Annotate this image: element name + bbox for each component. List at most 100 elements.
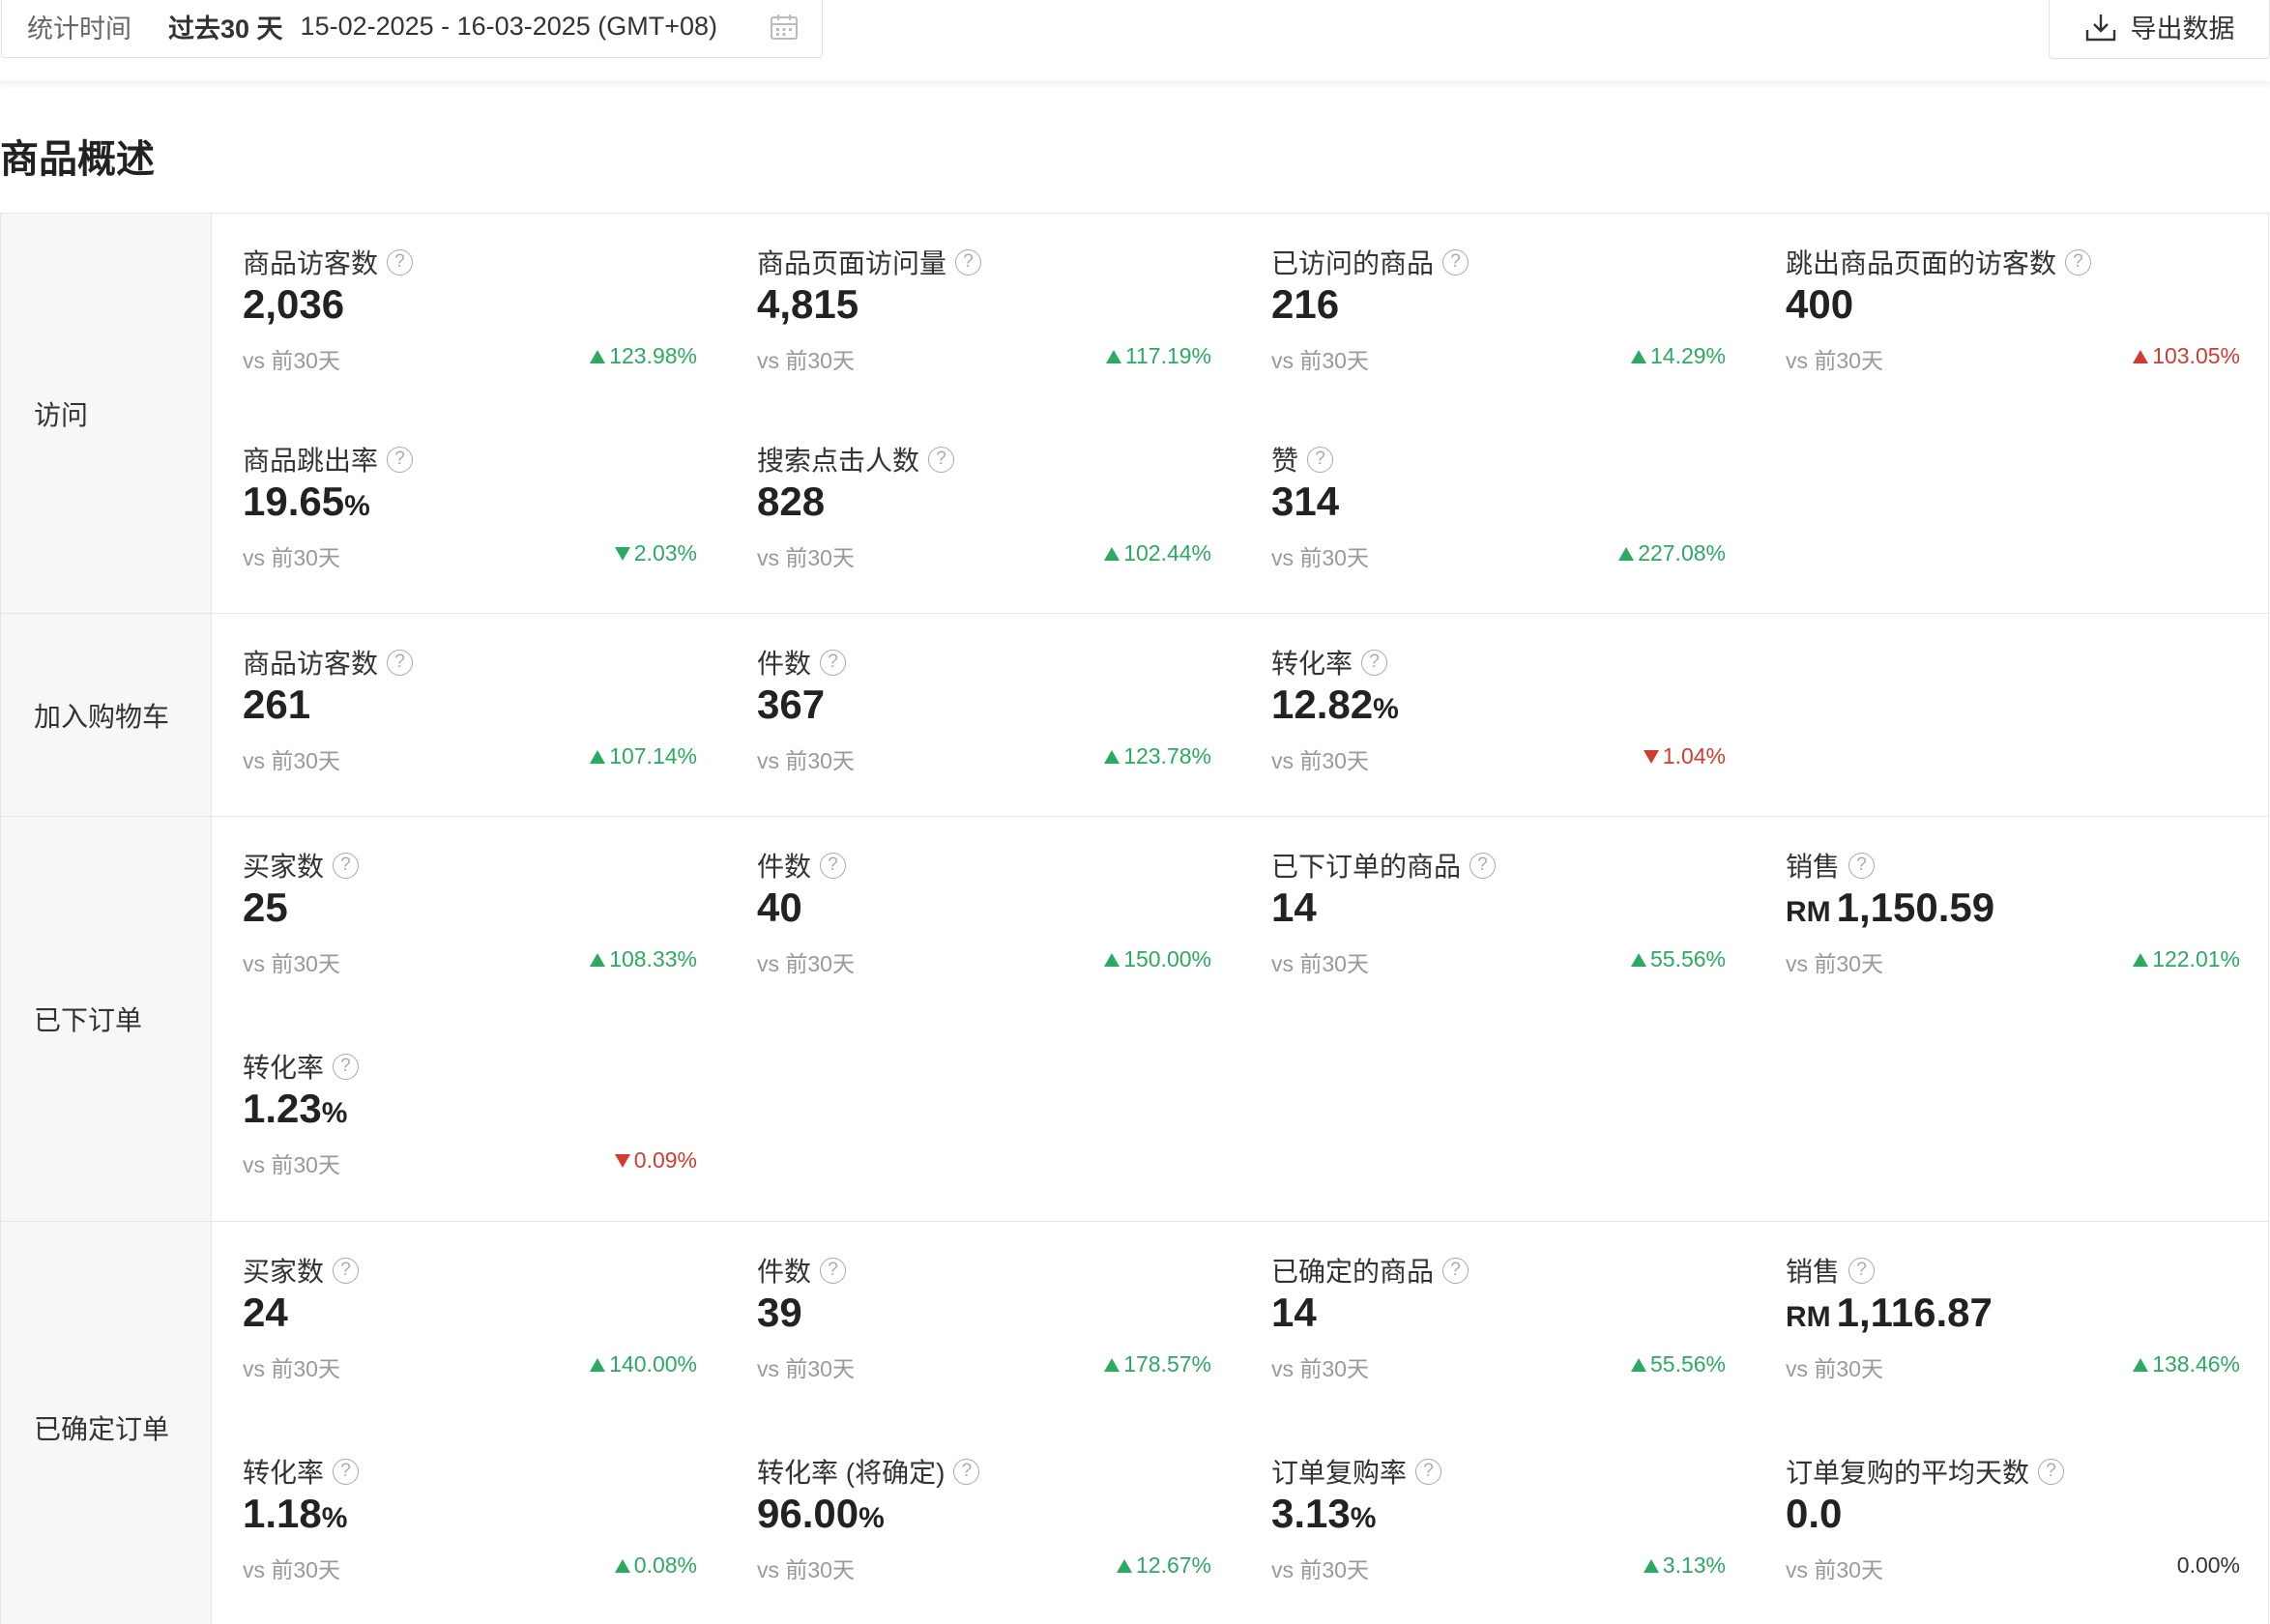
metric-value: 4,815 — [757, 281, 859, 328]
help-icon[interactable]: ? — [387, 446, 414, 473]
help-icon[interactable]: ? — [820, 1257, 847, 1284]
metric-title-text: 商品访客数 — [243, 248, 379, 278]
comparison-label: vs 前30天 — [1786, 1557, 1883, 1582]
range-preset: 过去30 天 — [168, 14, 283, 44]
triangle-up-icon — [590, 349, 606, 363]
metric-value-number: 3.13 — [1271, 1491, 1351, 1536]
triangle-up-icon — [590, 1357, 606, 1372]
metric-group: 加入购物车 商品访客数? 261 vs 前30天 107.14% 件数? 367 vs 前30… — [1, 614, 2269, 817]
triangle-up-icon — [2133, 1357, 2149, 1372]
change-value: 123.98% — [609, 343, 697, 368]
help-icon[interactable]: ? — [1848, 852, 1876, 879]
help-icon[interactable]: ? — [2038, 1458, 2065, 1485]
metric-title: 转化率? — [243, 1047, 360, 1086]
metric-title: 转化率? — [243, 1452, 360, 1491]
date-range-picker[interactable]: 统计时间 过去30 天 15-02-2025 - 16-03-2025 (GMT… — [1, 0, 823, 58]
change-indicator: 138.46% — [2133, 1351, 2240, 1378]
metric-value-number: 261 — [243, 682, 311, 727]
metric-title: 件数? — [757, 643, 847, 682]
metric-card: 已访问的商品? 216 vs 前30天 14.29% — [1271, 243, 1726, 417]
toolbar: 统计时间 过去30 天 15-02-2025 - 16-03-2025 (GMT… — [0, 0, 2270, 81]
metric-card: 买家数? 24 vs 前30天 140.00% — [243, 1251, 697, 1425]
metric-title-text: 搜索点击人数 — [757, 446, 920, 476]
metric-title: 赞? — [1271, 440, 1334, 478]
metric-title-text: 买家数 — [243, 852, 325, 882]
triangle-up-icon — [1104, 546, 1120, 561]
comparison-label: vs 前30天 — [243, 951, 340, 976]
change-indicator: 0.09% — [614, 1147, 697, 1174]
help-icon[interactable]: ? — [333, 1458, 360, 1485]
metric-value: 1.18% — [243, 1491, 347, 1537]
change-indicator: 0.00% — [2177, 1552, 2240, 1579]
help-icon[interactable]: ? — [820, 649, 847, 676]
help-icon[interactable]: ? — [1361, 649, 1388, 676]
help-icon[interactable]: ? — [1470, 852, 1497, 879]
metric-value-number: 828 — [757, 478, 826, 524]
metric-value: 367 — [757, 682, 825, 728]
change-value: 107.14% — [609, 743, 697, 768]
change-indicator: 12.67% — [1116, 1552, 1211, 1579]
change-value: 102.44% — [1123, 540, 1211, 566]
metrics-panel: 访问 商品访客数? 2,036 vs 前30天 123.98% 商品页面访问量? 4,815… — [0, 213, 2269, 1624]
change-indicator: 107.14% — [590, 743, 697, 769]
metric-value: 14 — [1271, 884, 1317, 931]
metric-title-text: 销售 — [1786, 852, 1841, 882]
triangle-up-icon — [1104, 749, 1120, 764]
metric-title: 已访问的商品? — [1271, 243, 1470, 281]
metric-value-number: 24 — [243, 1290, 288, 1335]
stat-time-label: 统计时间 — [27, 14, 131, 44]
metric-group: 访问 商品访客数? 2,036 vs 前30天 123.98% 商品页面访问量? 4,815… — [1, 214, 2269, 614]
change-value: 0.09% — [633, 1147, 697, 1173]
metric-title-text: 商品页面访问量 — [757, 248, 947, 278]
calendar-icon[interactable] — [770, 14, 799, 41]
help-icon[interactable]: ? — [1307, 446, 1334, 473]
comparison-label: vs 前30天 — [757, 951, 855, 976]
metric-title-text: 转化率 (将确定) — [757, 1458, 946, 1488]
comparison-label: vs 前30天 — [757, 348, 855, 373]
help-icon[interactable]: ? — [333, 1257, 360, 1284]
help-icon[interactable]: ? — [333, 852, 360, 879]
help-icon[interactable]: ? — [953, 1458, 980, 1485]
metric-value-number: 19.65 — [243, 478, 345, 524]
metric-title: 销售? — [1786, 846, 1876, 884]
change-indicator: 140.00% — [590, 1351, 697, 1378]
help-icon[interactable]: ? — [387, 649, 414, 676]
help-icon[interactable]: ? — [1415, 1458, 1442, 1485]
metric-value-number: 14 — [1271, 1290, 1317, 1335]
metric-title-text: 订单复购率 — [1271, 1458, 1408, 1488]
help-icon[interactable]: ? — [2065, 248, 2092, 276]
help-icon[interactable]: ? — [333, 1053, 360, 1080]
metric-value: 96.00% — [757, 1491, 885, 1537]
metric-value: 314 — [1271, 478, 1339, 525]
metric-value-number: 216 — [1271, 281, 1340, 327]
comparison-label: vs 前30天 — [757, 545, 855, 570]
group-label-text: 加入购物车 — [34, 701, 170, 732]
help-icon[interactable]: ? — [955, 248, 982, 276]
metric-value: RM 1,150.59 — [1786, 884, 1994, 931]
section-title: 商品概述 — [0, 138, 155, 181]
help-icon[interactable]: ? — [928, 446, 955, 473]
metric-card: 订单复购率? 3.13% vs 前30天 3.13% — [1271, 1452, 1726, 1624]
metric-title-text: 买家数 — [243, 1257, 325, 1287]
metric-title: 商品访客数? — [243, 243, 414, 281]
help-icon[interactable]: ? — [1848, 1257, 1876, 1284]
metric-title-text: 转化率 — [243, 1458, 325, 1488]
help-icon[interactable]: ? — [387, 248, 414, 276]
download-icon — [2085, 14, 2115, 41]
change-indicator: 227.08% — [1618, 540, 1726, 566]
change-indicator: 117.19% — [1105, 343, 1211, 369]
metric-value: 25 — [243, 884, 288, 931]
triangle-down-icon — [1643, 749, 1659, 764]
change-value: 55.56% — [1649, 946, 1726, 972]
comparison-label: vs 前30天 — [1786, 951, 1883, 976]
metric-value-number: 1,116.87 — [1836, 1290, 1993, 1335]
help-icon[interactable]: ? — [820, 852, 847, 879]
triangle-down-icon — [614, 546, 630, 561]
metric-card: 转化率? 1.18% vs 前30天 0.08% — [243, 1452, 697, 1624]
help-icon[interactable]: ? — [1442, 1257, 1470, 1284]
help-icon[interactable]: ? — [1442, 248, 1470, 276]
triangle-up-icon — [590, 952, 606, 967]
change-value: 3.13% — [1662, 1552, 1726, 1578]
export-data-button[interactable]: 导出数据 — [2049, 0, 2270, 59]
metric-value: 261 — [243, 682, 310, 728]
